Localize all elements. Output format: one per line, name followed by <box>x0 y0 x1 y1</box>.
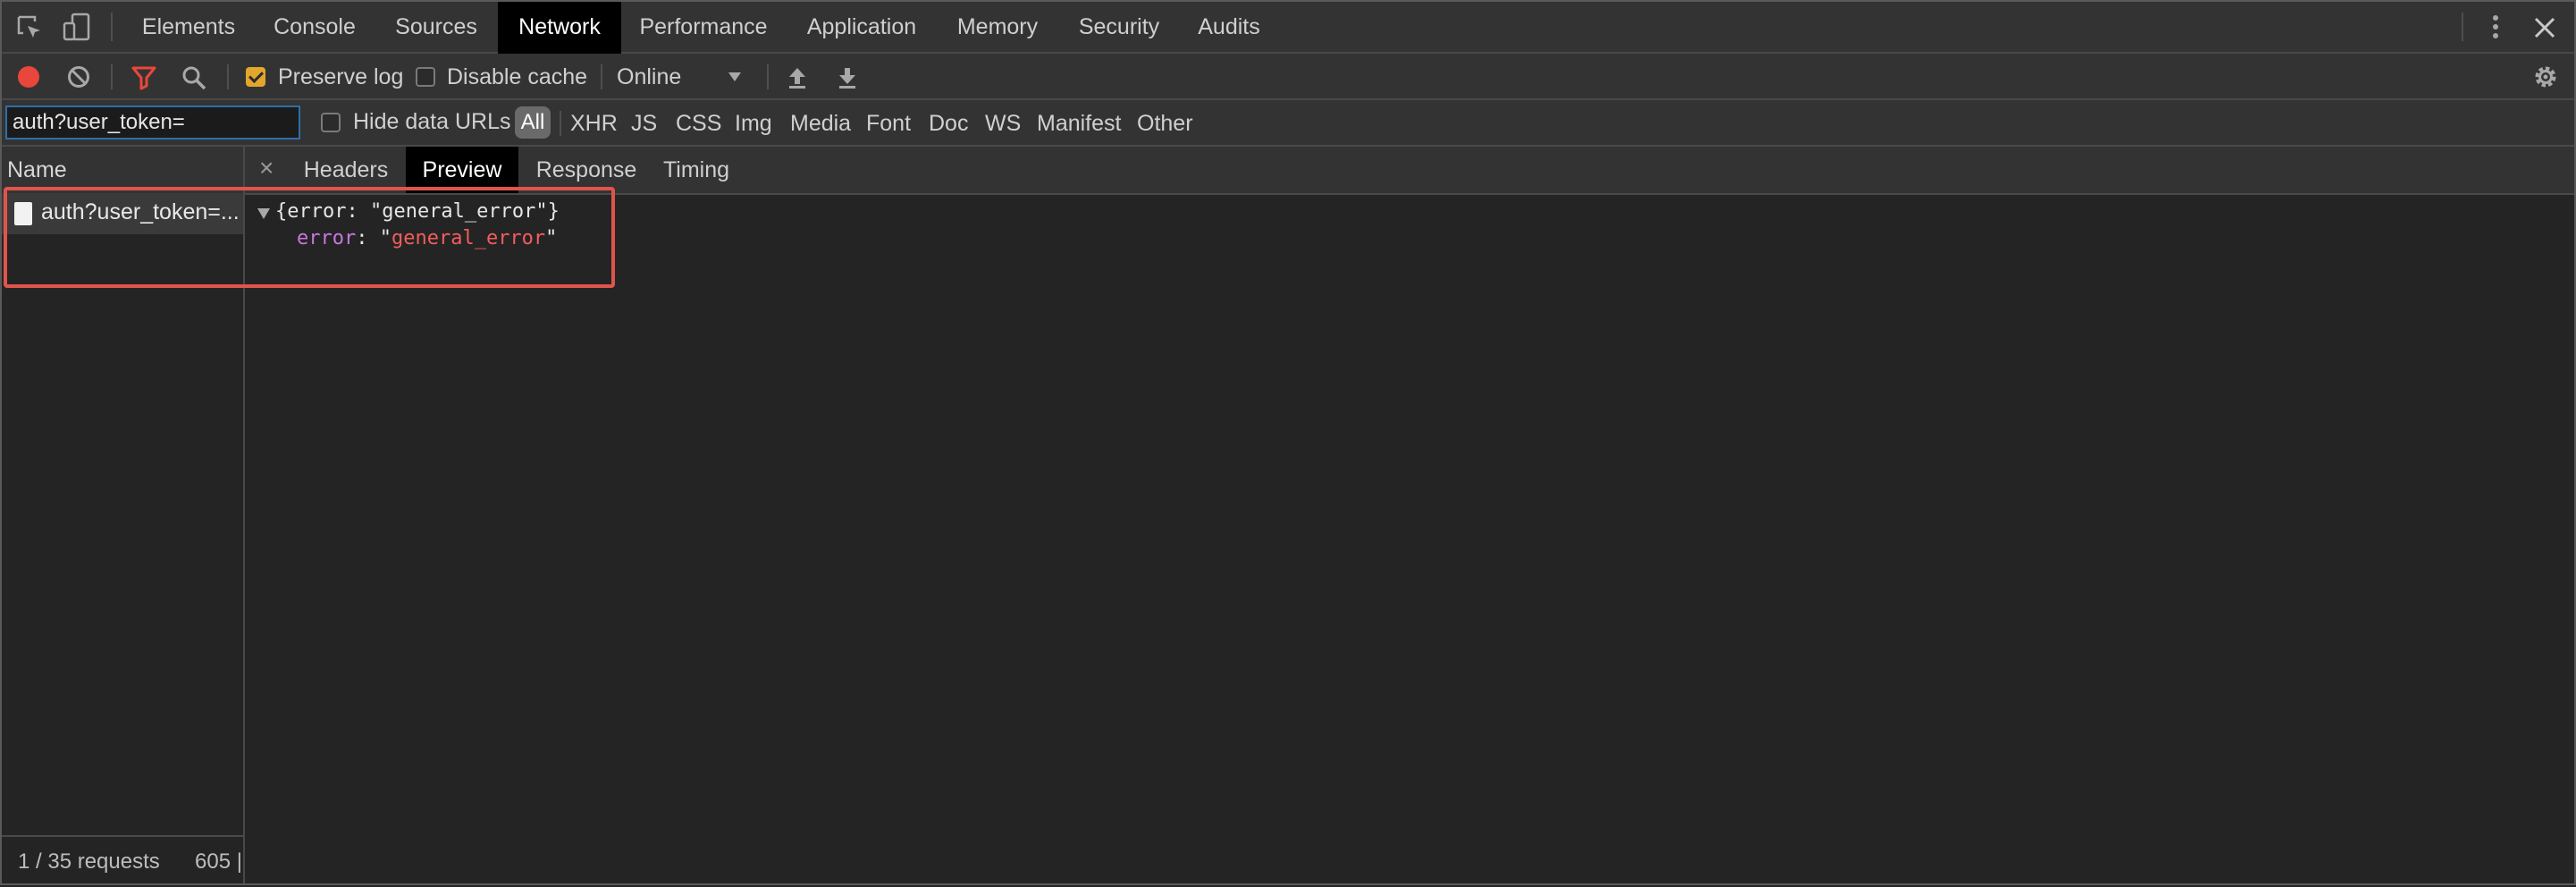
type-filter-other[interactable]: Other <box>1137 100 1193 147</box>
preserve-log-checkbox[interactable] <box>246 67 265 87</box>
filter-icon[interactable] <box>130 64 157 91</box>
throttling-select[interactable]: Online <box>617 61 751 93</box>
disable-cache-checkbox[interactable] <box>416 67 435 87</box>
preserve-log-label[interactable]: Preserve log <box>278 64 403 90</box>
type-filter-xhr[interactable]: XHR <box>570 100 618 147</box>
tab-memory[interactable]: Memory <box>947 0 1048 54</box>
tab-audits[interactable]: Audits <box>1191 0 1267 54</box>
clear-icon[interactable] <box>66 64 91 89</box>
transferred-size: 605 | <box>195 849 242 874</box>
network-toolbar: Preserve log Disable cache Online <box>0 54 2576 100</box>
annotation-highlight-box <box>4 187 615 288</box>
tab-network[interactable]: Network <box>498 0 621 54</box>
network-settings-gear-icon[interactable] <box>2531 63 2560 91</box>
disable-cache-label[interactable]: Disable cache <box>447 64 587 90</box>
type-filter-all[interactable]: All <box>515 106 551 139</box>
import-har-icon[interactable] <box>785 64 810 89</box>
tab-bar-separator <box>111 13 113 41</box>
inspect-element-icon[interactable] <box>16 14 43 41</box>
type-filter-css[interactable]: CSS <box>676 100 721 147</box>
filter-separator <box>560 111 561 136</box>
toolbar-separator <box>601 64 602 89</box>
toolbar-separator <box>227 64 229 89</box>
tab-security[interactable]: Security <box>1069 0 1169 54</box>
hide-data-urls-checkbox[interactable] <box>321 113 341 132</box>
filter-input[interactable] <box>5 106 300 139</box>
chevron-down-icon <box>728 72 741 81</box>
request-count: 1 / 35 requests <box>18 849 160 874</box>
type-filter-ws[interactable]: WS <box>985 100 1021 147</box>
type-filter-img[interactable]: Img <box>735 100 772 147</box>
preview-pane: {error: "general_error"} error: "general… <box>245 193 2576 885</box>
tab-application[interactable]: Application <box>797 0 926 54</box>
type-filter-doc[interactable]: Doc <box>929 100 968 147</box>
throttling-value: Online <box>617 64 682 89</box>
device-toolbar-icon[interactable] <box>63 13 91 43</box>
toolbar-separator <box>111 64 113 89</box>
tab-elements[interactable]: Elements <box>130 0 247 54</box>
record-icon[interactable] <box>16 64 41 89</box>
tab-console[interactable]: Console <box>259 0 370 54</box>
type-filter-font[interactable]: Font <box>866 100 911 147</box>
status-bar: 1 / 35 requests 605 | <box>0 835 243 887</box>
tab-bar-separator <box>2462 13 2463 41</box>
search-icon[interactable] <box>181 64 207 91</box>
tab-performance[interactable]: Performance <box>631 0 776 54</box>
detail-tab-timing[interactable]: Timing <box>654 147 738 193</box>
toolbar-separator <box>767 64 769 89</box>
hide-data-urls-label[interactable]: Hide data URLs <box>353 109 510 135</box>
name-column-label: Name <box>7 157 67 182</box>
more-options-icon[interactable] <box>2485 13 2506 41</box>
tab-sources[interactable]: Sources <box>383 0 490 54</box>
export-har-icon[interactable] <box>835 64 860 89</box>
close-detail-icon[interactable]: × <box>259 154 274 182</box>
type-filter-js[interactable]: JS <box>631 100 657 147</box>
close-devtools-icon[interactable] <box>2533 16 2556 39</box>
type-filter-manifest[interactable]: Manifest <box>1037 100 1121 147</box>
devtools-tab-bar: Elements Console Sources Network Perform… <box>0 0 2576 54</box>
type-filter-media[interactable]: Media <box>790 100 851 147</box>
